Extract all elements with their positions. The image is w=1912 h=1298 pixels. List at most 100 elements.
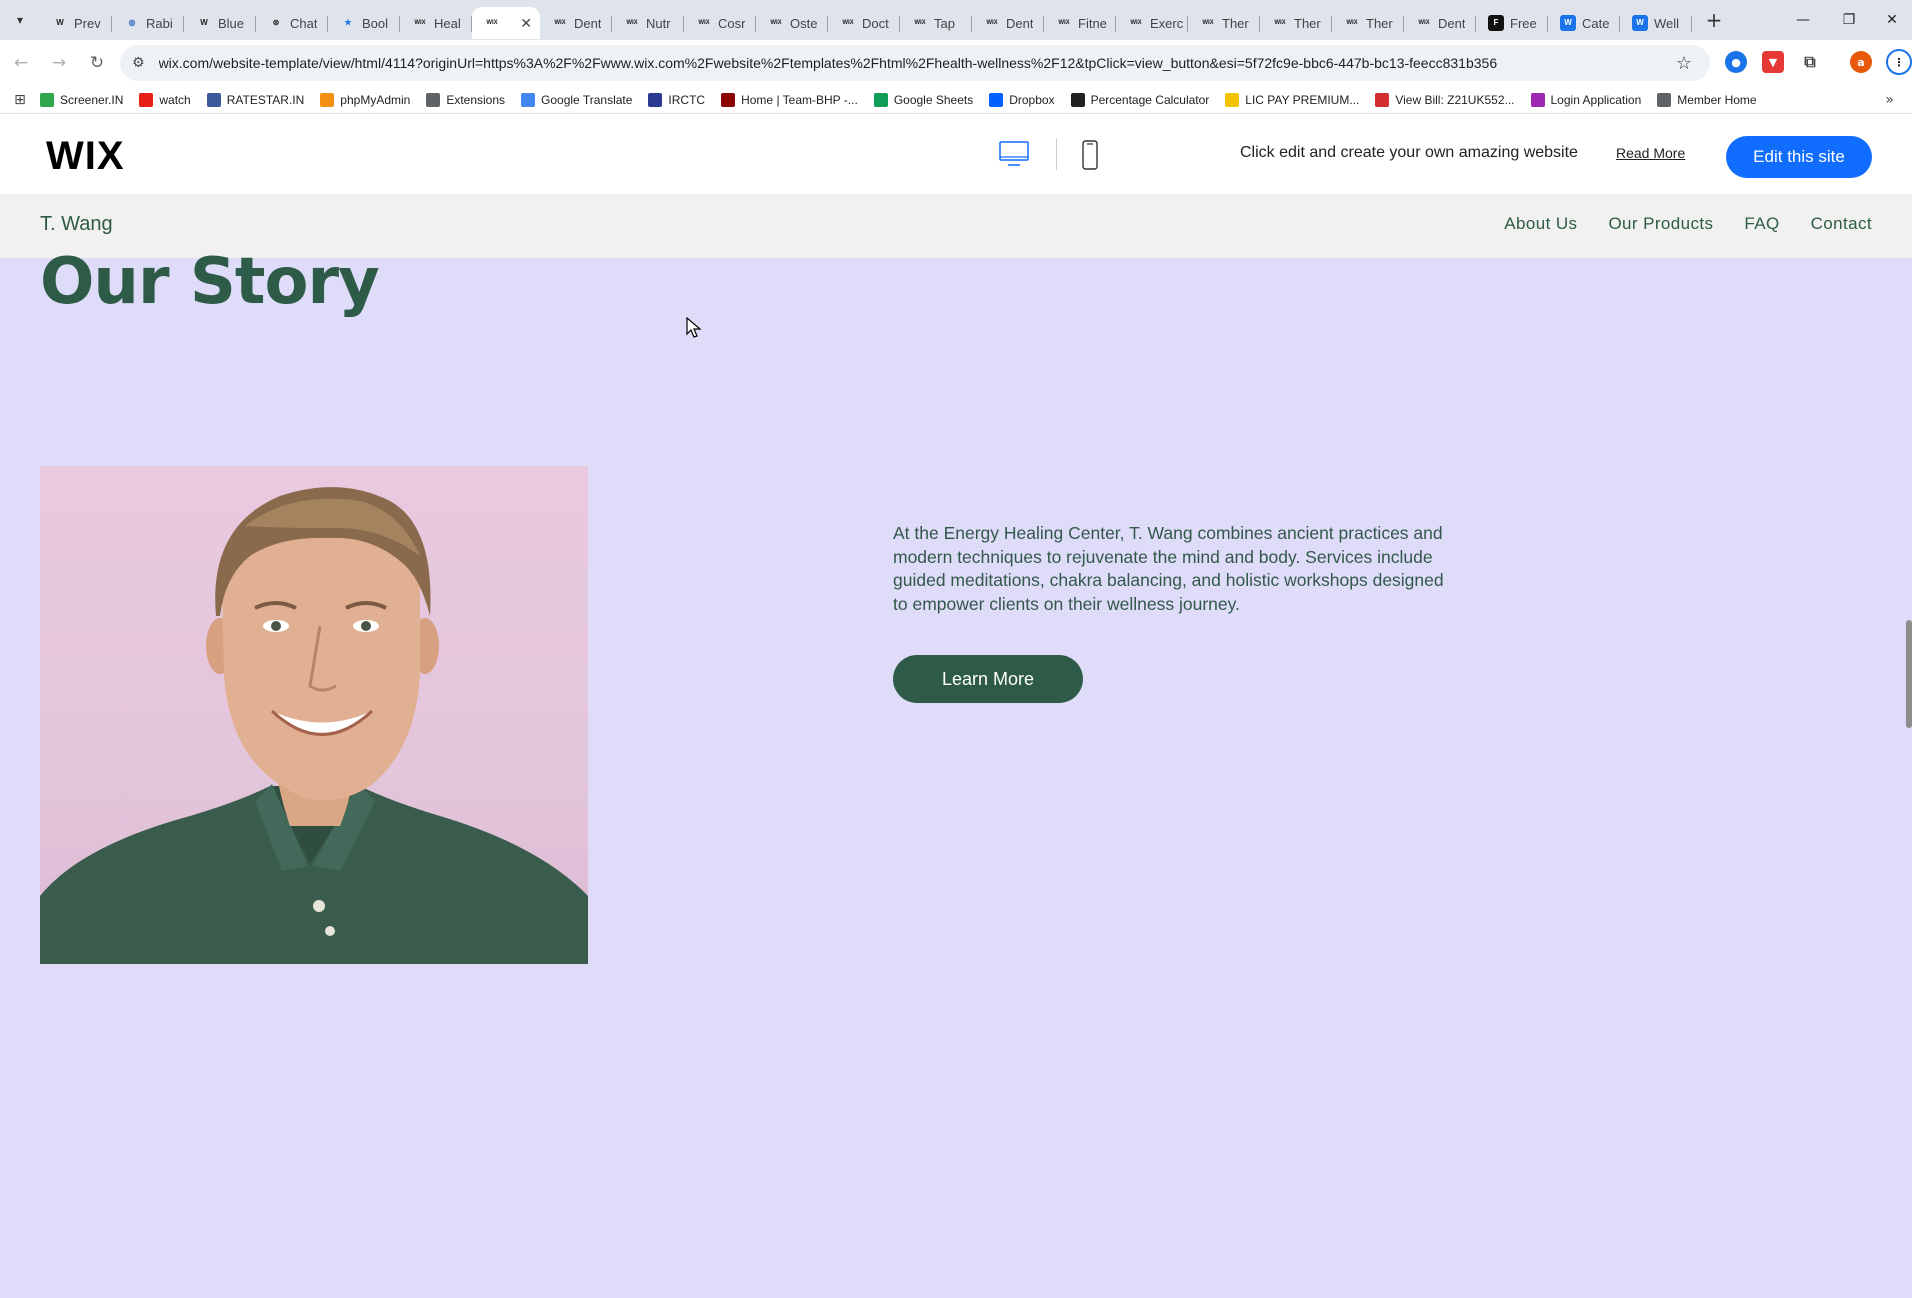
tab-label: Ther xyxy=(1294,15,1321,31)
url-text[interactable]: wix.com/website-template/view/html/4114?… xyxy=(159,55,1498,71)
tab-favicon-icon: WIX xyxy=(486,20,498,26)
more-bookmarks-icon[interactable]: » xyxy=(1885,92,1894,108)
browser-tab[interactable]: WIX Dent xyxy=(1404,7,1476,39)
bookmark-favicon-icon xyxy=(320,92,335,107)
menu-dots-icon[interactable]: ⋮ xyxy=(1886,49,1912,75)
bookmark-favicon-icon xyxy=(1225,92,1240,107)
bookmark-item[interactable]: IRCTC xyxy=(648,92,705,107)
browser-tab[interactable]: ★ Bool xyxy=(328,7,400,39)
browser-tab[interactable]: WIX Cosr xyxy=(684,7,756,39)
tab-favicon-icon: F xyxy=(1488,15,1504,31)
bookmark-favicon-icon xyxy=(1657,92,1672,107)
tab-label: Well xyxy=(1654,15,1680,31)
browser-tab[interactable]: WIX Fitne xyxy=(1044,7,1116,39)
browser-tab[interactable]: WIX Heal xyxy=(400,7,472,39)
browser-tab[interactable]: F Free xyxy=(1476,7,1548,39)
browser-tab[interactable]: WIX Ther xyxy=(1332,7,1404,39)
puzzle-icon[interactable]: ⧉ xyxy=(1799,51,1821,73)
restore-icon[interactable]: ❐ xyxy=(1826,0,1872,40)
tab-favicon-icon: WIX xyxy=(626,20,638,26)
page-scrollbar[interactable] xyxy=(1904,516,1912,1298)
site-info-icon[interactable]: ⚙ xyxy=(132,55,145,71)
wix-logo: WIX xyxy=(46,134,125,178)
browser-tab[interactable]: W Prev xyxy=(40,7,112,39)
scrollbar-thumb[interactable] xyxy=(1906,620,1912,728)
bookmark-item[interactable]: Member Home xyxy=(1657,92,1757,107)
nav-about-us[interactable]: About Us xyxy=(1504,214,1577,234)
back-icon[interactable]: ← xyxy=(4,46,38,80)
browser-tab[interactable]: W Blue xyxy=(184,7,256,39)
new-tab-icon[interactable]: + xyxy=(1698,4,1730,36)
forward-icon[interactable]: → xyxy=(42,46,76,80)
minimize-icon[interactable]: — xyxy=(1780,0,1826,40)
browser-tab[interactable]: W Cate xyxy=(1548,7,1620,39)
tab-label: Prev xyxy=(74,15,101,31)
browser-tab[interactable]: ◍ Rabi xyxy=(112,7,184,39)
learn-more-button[interactable]: Learn More xyxy=(893,655,1083,703)
nav-our-products[interactable]: Our Products xyxy=(1608,214,1713,234)
address-bar[interactable]: ⚙ wix.com/website-template/view/html/411… xyxy=(120,45,1710,81)
browser-tab[interactable]: WIX Exerc xyxy=(1116,7,1188,39)
extension-icon[interactable]: ● xyxy=(1725,51,1747,73)
tab-label: Ther xyxy=(1222,15,1249,31)
browser-tab[interactable]: WIX ✕ xyxy=(472,7,540,39)
browser-tab[interactable]: ⊛ Chat xyxy=(256,7,328,39)
read-more-link[interactable]: Read More xyxy=(1616,145,1685,161)
mobile-view-icon[interactable] xyxy=(1080,140,1100,170)
bookmark-item[interactable]: Screener.IN xyxy=(40,92,123,107)
close-tab-icon[interactable]: ✕ xyxy=(520,15,532,32)
tab-label: Doct xyxy=(862,15,889,31)
bookmark-item[interactable]: Login Application xyxy=(1530,92,1641,107)
nav-contact[interactable]: Contact xyxy=(1811,214,1872,234)
bookmark-favicon-icon xyxy=(721,92,736,107)
tab-favicon-icon: WIX xyxy=(770,20,782,26)
reload-icon[interactable]: ↻ xyxy=(80,46,114,80)
tab-label: Cate xyxy=(1582,15,1610,31)
apps-grid-icon[interactable]: ⊞ xyxy=(0,92,40,108)
our-story-section: Our Story At the Energy Healing Center, … xyxy=(0,245,1912,1040)
browser-tab[interactable]: WIX Dent xyxy=(972,7,1044,39)
tab-label: Tap xyxy=(934,15,955,31)
shield-extension-icon[interactable]: ▼ xyxy=(1762,51,1784,73)
bookmark-item[interactable]: Extensions xyxy=(426,92,506,107)
bookmark-label: Extensions xyxy=(446,92,506,107)
site-nav: About Us Our Products FAQ Contact xyxy=(1504,214,1872,234)
desktop-view-icon[interactable] xyxy=(998,140,1030,168)
browser-tab[interactable]: WIX Tap xyxy=(900,7,972,39)
bookmark-item[interactable]: Percentage Calculator xyxy=(1070,92,1209,107)
close-window-icon[interactable]: ✕ xyxy=(1872,0,1912,40)
browser-tab[interactable]: WIX Doct xyxy=(828,7,900,39)
browser-tab[interactable]: WIX Ther xyxy=(1260,7,1332,39)
profile-avatar[interactable]: a xyxy=(1850,51,1872,73)
bookmark-item[interactable]: Home | Team-BHP -... xyxy=(721,92,858,107)
bookmark-item[interactable]: Dropbox xyxy=(989,92,1055,107)
edit-site-button[interactable]: Edit this site xyxy=(1726,136,1872,178)
site-brand[interactable]: T. Wang xyxy=(40,213,113,236)
bookmark-favicon-icon xyxy=(1530,92,1545,107)
browser-tab[interactable]: W Well xyxy=(1620,7,1692,39)
tab-label: Cosr xyxy=(718,15,746,31)
bookmark-item[interactable]: Google Translate xyxy=(521,92,632,107)
nav-faq[interactable]: FAQ xyxy=(1744,214,1779,234)
browser-tab[interactable]: WIX Ther xyxy=(1188,7,1260,39)
bookmark-item[interactable]: View Bill: Z21UK552... xyxy=(1375,92,1515,107)
browser-tab[interactable]: WIX Oste xyxy=(756,7,828,39)
tab-favicon-icon: W xyxy=(56,18,64,27)
bookmark-item[interactable]: Google Sheets xyxy=(873,92,974,107)
bookmark-item[interactable]: phpMyAdmin xyxy=(320,92,410,107)
tab-favicon-icon: ◍ xyxy=(128,18,136,27)
bookmark-item[interactable]: watch xyxy=(139,92,191,107)
tab-search-icon[interactable]: ▾ xyxy=(0,0,40,40)
tab-label: Oste xyxy=(790,15,818,31)
bookmark-item[interactable]: RATESTAR.IN xyxy=(206,92,304,107)
bookmark-label: Google Sheets xyxy=(893,92,974,107)
bookmark-favicon-icon xyxy=(648,92,663,107)
tab-label: Dent xyxy=(1438,15,1466,31)
browser-tab[interactable]: WIX Dent xyxy=(540,7,612,39)
bookmark-favicon-icon xyxy=(873,92,888,107)
bookmark-favicon-icon xyxy=(206,92,221,107)
bookmark-star-icon[interactable]: ☆ xyxy=(1676,53,1692,74)
tab-favicon-icon: WIX xyxy=(986,20,998,26)
bookmark-item[interactable]: LIC PAY PREMIUM... xyxy=(1225,92,1359,107)
browser-tab[interactable]: WIX Nutr xyxy=(612,7,684,39)
